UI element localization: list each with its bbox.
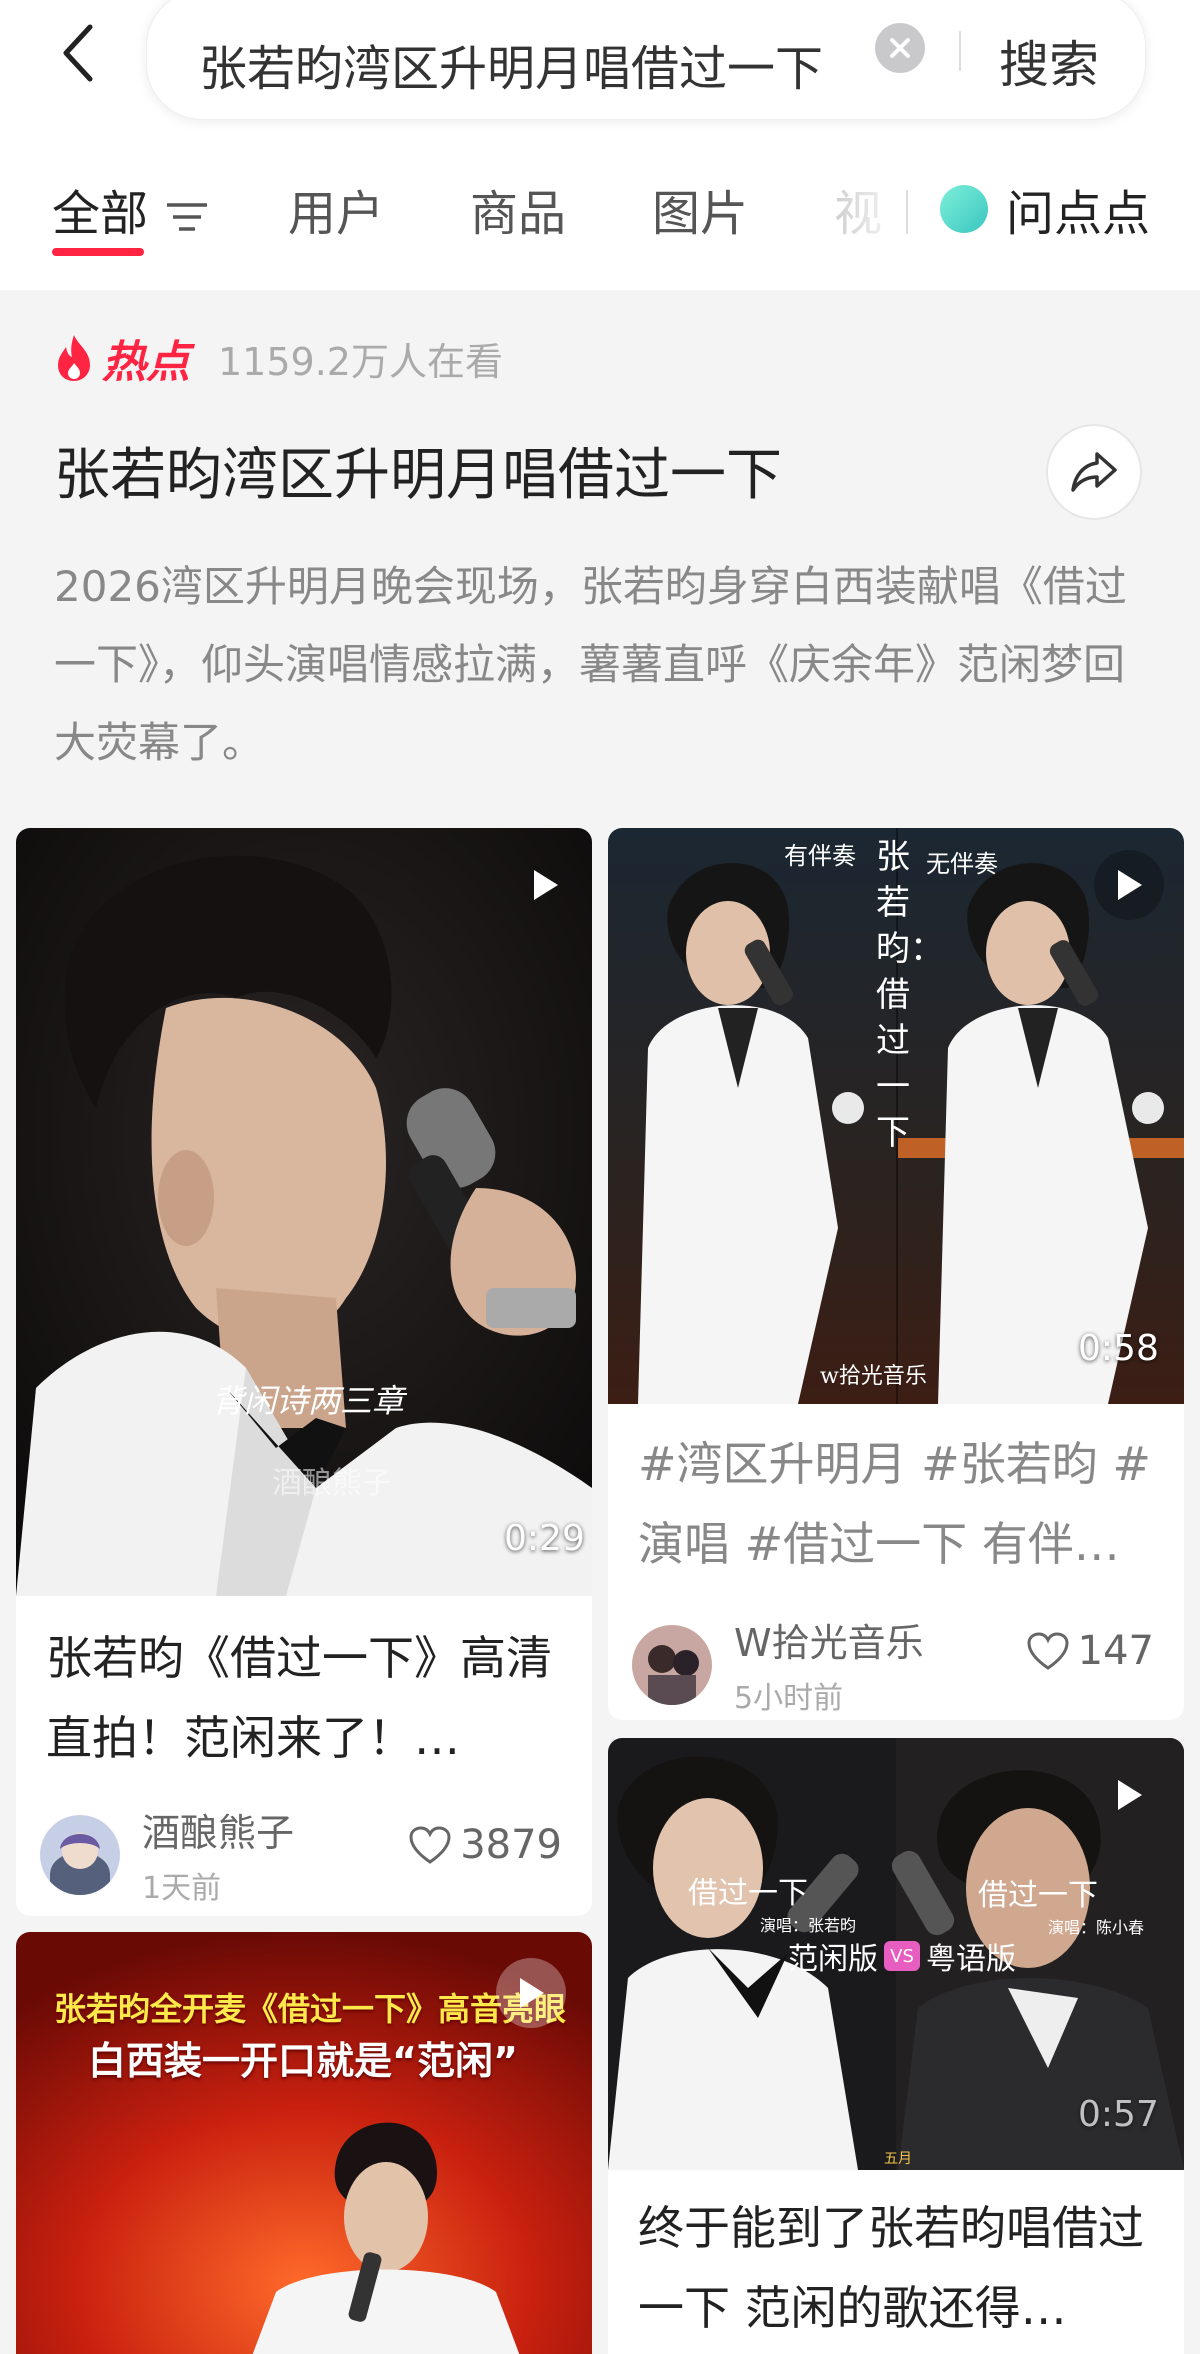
video-play-icon [496,1958,566,2028]
video-duration: 0:29 [504,1518,585,1559]
video-play-icon [1094,850,1164,920]
tab-products[interactable]: 商品 [470,174,566,244]
note-card[interactable]: 借过一下 演唱：张若昀 借过一下 演唱：陈小春 范闲版 VS 粤语版 五月 0:… [608,1738,1184,2354]
corner-logo: 五月 [884,2151,912,2167]
left-singer-credit: 演唱：张若昀 [760,1916,857,1935]
note-card[interactable]: 背闲诗两三章 酒酿熊子 0:29 张若昀《借过一下》高清直拍！范闲来了！… 酒酿… [16,828,592,1916]
versus-left: 范闲版 [788,1942,878,1977]
hot-topic-section: 热点 1159.2万人在看 张若昀湾区升明月唱借过一下 2026湾区升明月晚会现… [0,290,1200,810]
avatar[interactable] [632,1624,712,1705]
video-play-icon [510,850,580,920]
hot-badge: 热点 1159.2万人在看 [54,326,503,390]
video-watermark: w拾光音乐 [820,1364,927,1389]
note-card[interactable]: 有伴奏 无伴奏 张若昀：借过一下 w拾光音乐 0:58 #湾区升明月 #张若昀 … [608,828,1184,1720]
post-time: 1天前 [142,1871,222,1906]
close-icon [890,38,910,58]
versus-badge: VS [884,1941,920,1971]
note-card[interactable]: 张若昀全开麦《借过一下》高音亮眼 白西装一开口就是“范闲” [16,1932,592,2354]
filter-icon [167,203,208,231]
video-caption: 背闲诗两三章 [212,1382,405,1420]
hot-description: 2026湾区升明月晚会现场，张若昀身穿白西装献唱《借过一下》，仰头演唱情感拉满，… [54,562,1127,767]
heart-icon [409,1826,451,1864]
search-button[interactable]: 搜索 [999,25,1099,97]
card-title[interactable]: #湾区升明月 #张若昀 #演唱 #借过一下 有伴… [638,1424,1158,1584]
search-bar: 张若昀湾区升明月唱借过一下 搜索 [146,0,1146,120]
wendian-icon [940,185,988,233]
video-thumbnail[interactable]: 借过一下 演唱：张若昀 借过一下 演唱：陈小春 范闲版 VS 粤语版 五月 0:… [608,1738,1184,2170]
wendian-button[interactable]: 问点点 [940,174,1150,244]
video-duration: 0:58 [1078,1328,1159,1369]
tab-all[interactable]: 全部 [52,174,209,244]
like-button[interactable]: 147 [1026,1628,1154,1674]
search-divider [959,31,961,71]
hot-label: 热点 [102,337,190,388]
card-author[interactable]: W拾光音乐 5小时前 [632,1612,924,1717]
vertical-caption: 张若昀：借过一下 [876,837,944,1153]
video-thumbnail[interactable]: 背闲诗两三章 酒酿熊子 0:29 [16,828,592,1596]
clear-search-button[interactable] [875,23,925,73]
wendian-label: 问点点 [1006,186,1151,242]
like-count: 147 [1077,1628,1154,1674]
hot-title[interactable]: 张若昀湾区升明月唱借过一下 [54,430,782,511]
label-without-accompaniment: 无伴奏 [926,850,998,878]
author-name: W拾光音乐 [734,1621,924,1665]
like-button[interactable]: 3879 [408,1822,562,1868]
versus-banner: 范闲版 VS 粤语版 [788,1934,1016,1978]
viewer-count: 1159.2万人在看 [218,339,503,384]
tab-bar: 全部 用户 商品 图片 视 问点点 [0,160,1200,260]
video-headline-2: 白西装一开口就是“范闲” [88,2039,518,2083]
author-name: 酒酿熊子 [142,1811,295,1855]
card-title[interactable]: 张若昀《借过一下》高清直拍！范闲来了！… [46,1618,566,1778]
avatar[interactable] [40,1814,120,1895]
tab-fade [830,160,910,250]
header: 张若昀湾区升明月唱借过一下 搜索 全部 用户 商品 图片 视 问点点 [0,0,1200,290]
card-author[interactable]: 酒酿熊子 1天前 [40,1802,294,1907]
video-play-icon [1094,1760,1164,1830]
tab-separator [906,190,908,234]
author-info: W拾光音乐 5小时前 [734,1612,924,1717]
video-watermark: 酒酿熊子 [272,1466,392,1501]
right-song-title: 借过一下 [978,1878,1098,1913]
chevron-left-icon [63,24,93,82]
fire-icon [58,335,90,381]
post-time: 5小时前 [734,1681,844,1716]
tab-images[interactable]: 图片 [652,174,748,244]
video-duration: 0:57 [1078,2094,1159,2135]
active-tab-indicator [52,248,144,256]
author-info: 酒酿熊子 1天前 [142,1802,294,1907]
back-button[interactable] [48,18,108,88]
video-thumbnail[interactable]: 张若昀全开麦《借过一下》高音亮眼 白西装一开口就是“范闲” [16,1932,592,2354]
share-icon [1071,452,1117,492]
right-singer-credit: 演唱：陈小春 [1048,1918,1145,1937]
label-with-accompaniment: 有伴奏 [784,842,856,870]
left-song-title: 借过一下 [688,1876,808,1911]
like-count: 3879 [460,1822,562,1868]
heart-icon [1027,1632,1069,1670]
share-button[interactable] [1046,424,1142,520]
video-headline-1: 张若昀全开麦《借过一下》高音亮眼 [54,1990,567,2028]
card-title[interactable]: 终于能到了张若昀唱借过一下 范闲的歌还得… [638,2188,1158,2348]
versus-right: 粤语版 [926,1942,1016,1977]
video-thumbnail[interactable]: 有伴奏 无伴奏 张若昀：借过一下 w拾光音乐 0:58 [608,828,1184,1404]
tab-all-label: 全部 [52,186,149,242]
tab-users[interactable]: 用户 [288,174,384,244]
